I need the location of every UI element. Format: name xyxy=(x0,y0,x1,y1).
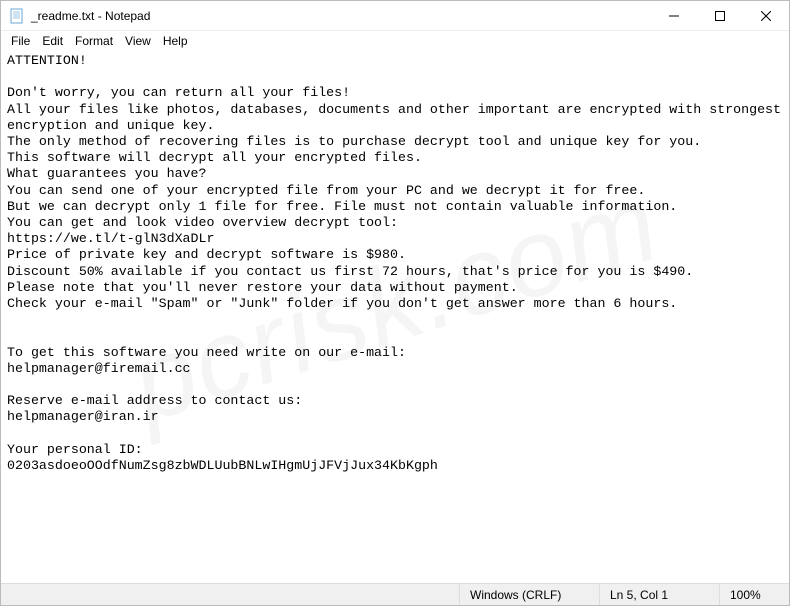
minimize-button[interactable] xyxy=(651,1,697,30)
status-position: Ln 5, Col 1 xyxy=(599,584,719,605)
window-title: _readme.txt - Notepad xyxy=(31,9,651,23)
notepad-icon xyxy=(9,8,25,24)
menu-view[interactable]: View xyxy=(119,32,157,50)
close-button[interactable] xyxy=(743,1,789,30)
status-encoding: Windows (CRLF) xyxy=(459,584,599,605)
menu-file[interactable]: File xyxy=(5,32,36,50)
menu-format[interactable]: Format xyxy=(69,32,119,50)
text-editor[interactable]: ATTENTION! Don't worry, you can return a… xyxy=(1,51,789,583)
statusbar: Windows (CRLF) Ln 5, Col 1 100% xyxy=(1,583,789,605)
window-controls xyxy=(651,1,789,30)
menu-help[interactable]: Help xyxy=(157,32,194,50)
maximize-button[interactable] xyxy=(697,1,743,30)
titlebar: _readme.txt - Notepad xyxy=(1,1,789,31)
notepad-window: _readme.txt - Notepad File Edit Format V… xyxy=(0,0,790,606)
menu-edit[interactable]: Edit xyxy=(36,32,69,50)
status-zoom: 100% xyxy=(719,584,789,605)
menubar: File Edit Format View Help xyxy=(1,31,789,51)
